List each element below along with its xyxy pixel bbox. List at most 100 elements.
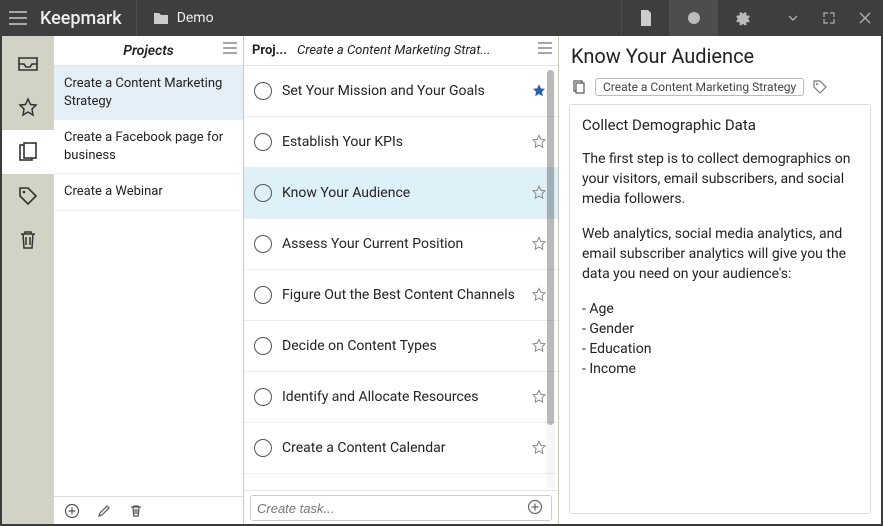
task-label: Establish Your KPIs bbox=[282, 134, 520, 150]
tasks-scrollbar[interactable] bbox=[546, 70, 555, 488]
task-item[interactable]: Decide on Content Types bbox=[244, 321, 558, 372]
circle-icon bbox=[687, 11, 701, 25]
breadcrumb-root[interactable]: Proj... bbox=[252, 43, 287, 58]
nav-trash[interactable] bbox=[2, 218, 54, 262]
nav-rail bbox=[2, 36, 54, 524]
nav-favorites[interactable] bbox=[2, 86, 54, 130]
tasks-footer bbox=[244, 490, 558, 524]
document-button[interactable] bbox=[621, 0, 669, 36]
trash-icon bbox=[16, 228, 40, 252]
project-label: Create a Facebook page for business bbox=[64, 130, 223, 163]
detail-tags-row: Create a Content Marketing Strategy bbox=[559, 74, 881, 104]
create-task-input[interactable] bbox=[257, 501, 527, 516]
menu-lines-icon bbox=[538, 42, 552, 54]
tag-icon bbox=[16, 184, 40, 208]
projects-footer bbox=[54, 496, 243, 524]
projects-list: Create a Content Marketing Strategy Crea… bbox=[54, 66, 243, 496]
tasks-header: Proj... Create a Content Marketing Strat… bbox=[244, 36, 558, 66]
plus-circle-icon bbox=[64, 503, 80, 519]
tasks-menu-button[interactable] bbox=[538, 42, 552, 54]
task-item[interactable]: Assess Your Current Position bbox=[244, 219, 558, 270]
task-checkbox[interactable] bbox=[254, 337, 272, 355]
task-item[interactable]: Create a Content Calendar bbox=[244, 423, 558, 474]
task-checkbox[interactable] bbox=[254, 439, 272, 457]
minimize-button[interactable] bbox=[775, 0, 811, 36]
project-item[interactable]: Create a Content Marketing Strategy bbox=[54, 66, 243, 120]
add-tag-button[interactable] bbox=[812, 79, 828, 95]
inbox-icon bbox=[16, 52, 40, 76]
expand-icon bbox=[822, 11, 836, 25]
trash-icon bbox=[128, 503, 144, 519]
projects-header: Projects bbox=[54, 36, 243, 66]
workspace-tab[interactable]: Demo bbox=[136, 0, 230, 36]
task-label: Decide on Content Types bbox=[282, 338, 520, 354]
projects-panel: Projects Create a Content Marketing Stra… bbox=[54, 36, 244, 524]
copy-icon bbox=[571, 79, 587, 95]
content-heading: Collect Demographic Data bbox=[582, 115, 858, 137]
task-item[interactable]: Identify and Allocate Resources bbox=[244, 372, 558, 423]
task-checkbox[interactable] bbox=[254, 82, 272, 100]
plus-circle-icon bbox=[527, 499, 543, 515]
task-checkbox[interactable] bbox=[254, 388, 272, 406]
project-item[interactable]: Create a Webinar bbox=[54, 174, 243, 211]
scrollbar-thumb[interactable] bbox=[547, 70, 554, 425]
task-label: Create a Content Calendar bbox=[282, 440, 520, 456]
task-label: Identify and Allocate Resources bbox=[282, 389, 520, 405]
chevron-down-icon bbox=[786, 11, 800, 25]
pencil-icon bbox=[96, 503, 112, 519]
maximize-button[interactable] bbox=[811, 0, 847, 36]
task-item[interactable]: Establish Your KPIs bbox=[244, 117, 558, 168]
task-item[interactable]: Figure Out the Best Content Channels bbox=[244, 270, 558, 321]
content-list-item: - Gender bbox=[582, 319, 858, 339]
task-label: Assess Your Current Position bbox=[282, 236, 520, 252]
content-paragraph: Web analytics, social media analytics, a… bbox=[582, 224, 858, 285]
workspace-label: Demo bbox=[177, 10, 214, 26]
menu-button[interactable] bbox=[0, 0, 36, 36]
task-checkbox[interactable] bbox=[254, 235, 272, 253]
workspace: Projects Create a Content Marketing Stra… bbox=[0, 36, 883, 526]
projects-icon bbox=[16, 140, 40, 164]
close-button[interactable] bbox=[847, 0, 883, 36]
task-item[interactable]: Know Your Audience bbox=[244, 168, 558, 219]
content-list-item: - Age bbox=[582, 299, 858, 319]
task-checkbox[interactable] bbox=[254, 286, 272, 304]
nav-inbox[interactable] bbox=[2, 42, 54, 86]
close-icon bbox=[859, 12, 871, 24]
task-item[interactable]: Set Your Mission and Your Goals bbox=[244, 66, 558, 117]
folder-icon bbox=[153, 11, 169, 25]
task-checkbox[interactable] bbox=[254, 184, 272, 202]
project-label: Create a Webinar bbox=[64, 184, 163, 199]
settings-button[interactable] bbox=[717, 0, 765, 36]
detail-content[interactable]: Collect Demographic Data The first step … bbox=[569, 104, 871, 514]
gear-icon bbox=[734, 10, 750, 26]
project-tag-chip[interactable]: Create a Content Marketing Strategy bbox=[595, 78, 804, 96]
add-project-button[interactable] bbox=[58, 499, 86, 523]
detail-title: Know Your Audience bbox=[571, 44, 869, 68]
copy-button[interactable] bbox=[571, 79, 587, 95]
task-label: Set Your Mission and Your Goals bbox=[282, 83, 520, 99]
hamburger-icon bbox=[9, 11, 27, 25]
create-task-submit[interactable] bbox=[527, 499, 545, 517]
detail-panel: Know Your Audience Create a Content Mark… bbox=[559, 36, 881, 524]
topbar-right bbox=[621, 0, 765, 36]
task-label: Figure Out the Best Content Channels bbox=[282, 287, 520, 303]
breadcrumb-current: Create a Content Marketing Strat... bbox=[297, 43, 491, 58]
content-paragraph: The first step is to collect demographic… bbox=[582, 149, 858, 210]
document-icon bbox=[639, 10, 653, 26]
delete-project-button[interactable] bbox=[122, 499, 150, 523]
edit-project-button[interactable] bbox=[90, 499, 118, 523]
record-button[interactable] bbox=[669, 0, 717, 36]
nav-projects[interactable] bbox=[2, 130, 54, 174]
nav-tags[interactable] bbox=[2, 174, 54, 218]
task-checkbox[interactable] bbox=[254, 133, 272, 151]
projects-title: Projects bbox=[123, 43, 174, 59]
create-task-field[interactable] bbox=[250, 495, 552, 521]
tasks-list: Set Your Mission and Your Goals Establis… bbox=[244, 66, 558, 490]
app-brand: Keepmark bbox=[36, 8, 136, 29]
project-item[interactable]: Create a Facebook page for business bbox=[54, 120, 243, 174]
tag-icon bbox=[812, 79, 828, 95]
tasks-panel: Proj... Create a Content Marketing Strat… bbox=[244, 36, 559, 524]
content-list-item: - Education bbox=[582, 339, 858, 359]
title-bar: Keepmark Demo bbox=[0, 0, 883, 36]
projects-menu-button[interactable] bbox=[223, 42, 237, 54]
